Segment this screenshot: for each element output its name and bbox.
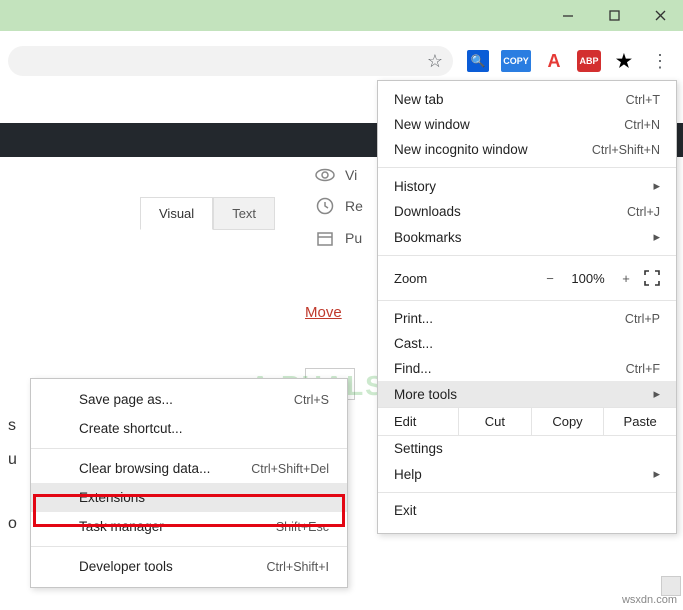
zoom-out-button[interactable]: − xyxy=(536,266,564,290)
menu-zoom: Zoom − 100% + xyxy=(378,261,676,295)
extension-search-icon[interactable]: 🔍 xyxy=(467,50,489,72)
minimize-button[interactable] xyxy=(545,0,591,31)
submenu-create-shortcut[interactable]: Create shortcut... xyxy=(31,414,347,443)
menu-edit-row: Edit Cut Copy Paste xyxy=(378,407,676,436)
zoom-percent: 100% xyxy=(564,271,612,286)
submenu-save-page[interactable]: Save page as... Ctrl+S xyxy=(31,385,347,414)
window-titlebar xyxy=(0,0,683,31)
partial-body-text: s u o xyxy=(8,409,17,541)
submenu-clear-browsing-data[interactable]: Clear browsing data... Ctrl+Shift+Del xyxy=(31,454,347,483)
calendar-icon xyxy=(315,229,335,247)
submenu-extensions[interactable]: Extensions xyxy=(31,483,347,512)
edit-paste-button[interactable]: Paste xyxy=(603,408,676,435)
meta-list: Vi Re Pu xyxy=(315,167,363,247)
menu-downloads[interactable]: Downloads Ctrl+J xyxy=(378,199,676,224)
star-icon[interactable]: ☆ xyxy=(427,51,443,72)
history-icon xyxy=(315,197,335,215)
maximize-button[interactable] xyxy=(591,0,637,31)
meta-publish[interactable]: Pu xyxy=(315,229,363,247)
menu-find[interactable]: Find... Ctrl+F xyxy=(378,356,676,381)
editor-tabs: Visual Text xyxy=(140,197,275,230)
chevron-right-icon: ▸ xyxy=(653,386,660,402)
submenu-task-manager[interactable]: Task manager Shift+Esc xyxy=(31,512,347,541)
chevron-right-icon: ▸ xyxy=(653,178,660,194)
extension-a-icon[interactable]: A xyxy=(543,50,565,72)
extension-copy-icon[interactable]: COPY xyxy=(501,50,531,72)
chevron-right-icon: ▸ xyxy=(653,466,660,482)
menu-more-tools[interactable]: More tools ▸ xyxy=(378,381,676,407)
more-tools-submenu: Save page as... Ctrl+S Create shortcut..… xyxy=(30,378,348,588)
menu-cast[interactable]: Cast... xyxy=(378,331,676,356)
menu-new-tab[interactable]: New tab Ctrl+T xyxy=(378,87,676,112)
submenu-developer-tools[interactable]: Developer tools Ctrl+Shift+I xyxy=(31,552,347,581)
close-button[interactable] xyxy=(637,0,683,31)
chrome-menu-button[interactable]: ⋮ xyxy=(645,46,675,76)
menu-exit[interactable]: Exit xyxy=(378,498,676,523)
menu-history[interactable]: History ▸ xyxy=(378,173,676,199)
tab-text[interactable]: Text xyxy=(213,197,275,230)
chevron-right-icon: ▸ xyxy=(653,229,660,245)
menu-settings[interactable]: Settings xyxy=(378,436,676,461)
omnibox[interactable]: ☆ xyxy=(8,46,453,76)
footer-watermark: wsxdn.com xyxy=(622,594,677,606)
menu-print[interactable]: Print... Ctrl+P xyxy=(378,306,676,331)
menu-bookmarks[interactable]: Bookmarks ▸ xyxy=(378,224,676,250)
edit-copy-button[interactable]: Copy xyxy=(531,408,604,435)
menu-new-window[interactable]: New window Ctrl+N xyxy=(378,112,676,137)
fullscreen-icon[interactable] xyxy=(640,270,664,286)
menu-new-incognito[interactable]: New incognito window Ctrl+Shift+N xyxy=(378,137,676,162)
menu-help[interactable]: Help ▸ xyxy=(378,461,676,487)
extension-puzzle-icon[interactable]: ★ xyxy=(613,50,635,72)
zoom-in-button[interactable]: + xyxy=(612,266,640,290)
move-link[interactable]: Move xyxy=(305,304,342,321)
edit-cut-button[interactable]: Cut xyxy=(458,408,531,435)
extension-icons: 🔍 COPY A ABP ★ xyxy=(467,50,635,72)
tab-strip xyxy=(0,31,683,43)
meta-revisions[interactable]: Re xyxy=(315,197,363,215)
eye-icon xyxy=(315,168,335,182)
address-bar: ☆ 🔍 COPY A ABP ★ ⋮ xyxy=(0,43,683,79)
chrome-main-menu: New tab Ctrl+T New window Ctrl+N New inc… xyxy=(377,80,677,534)
extension-abp-icon[interactable]: ABP xyxy=(577,50,601,72)
meta-visibility[interactable]: Vi xyxy=(315,167,363,183)
scroll-corner[interactable] xyxy=(661,576,681,596)
tab-visual[interactable]: Visual xyxy=(140,197,213,230)
